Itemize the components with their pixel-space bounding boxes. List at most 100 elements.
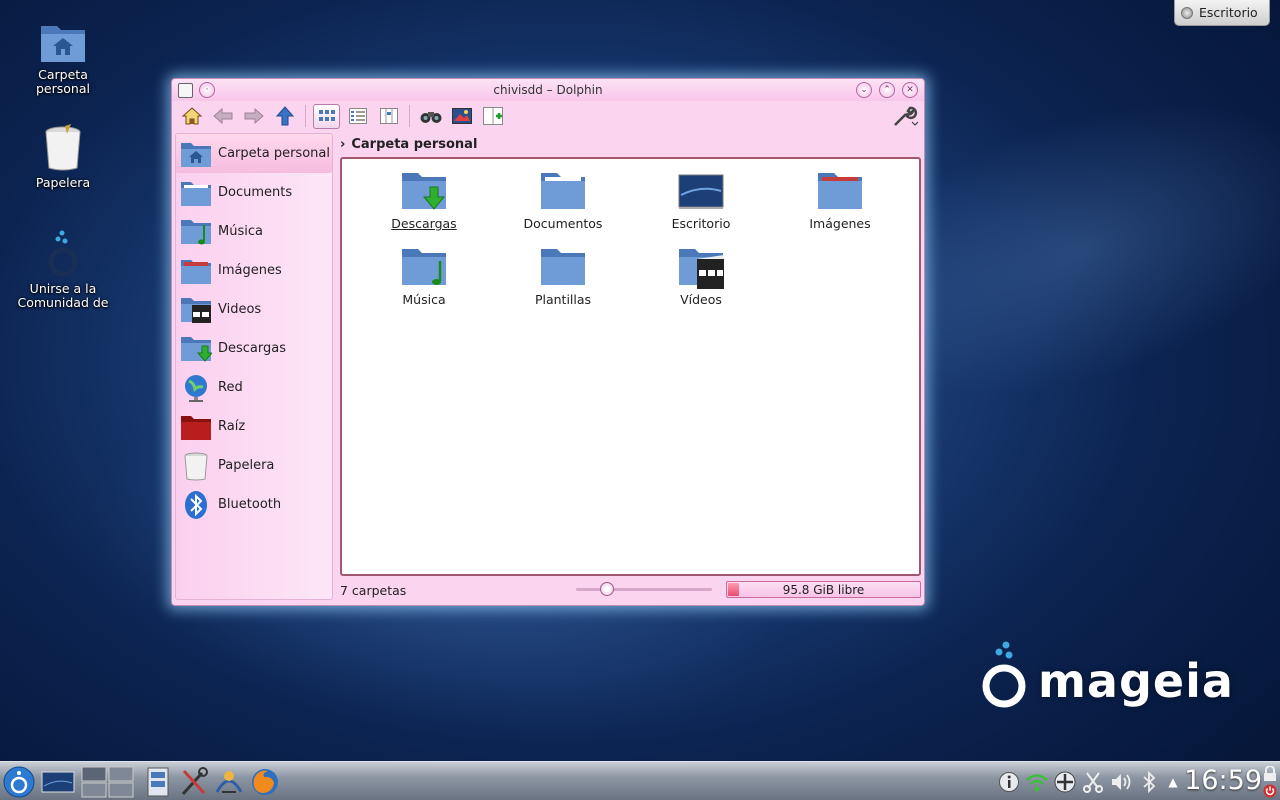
- file-item-label: Vídeos: [680, 292, 722, 307]
- arrow-up-icon: [275, 106, 294, 126]
- minimize-button[interactable]: ⌄: [856, 82, 872, 98]
- places-item-label: Papelera: [218, 458, 275, 473]
- lock-logout-widget[interactable]: [1262, 764, 1278, 799]
- places-item-downloads[interactable]: Descargas: [176, 329, 332, 368]
- places-item-network[interactable]: Red: [176, 368, 332, 407]
- mageia-logo-text: mageia: [1038, 654, 1234, 708]
- file-item-documentos[interactable]: Documentos: [503, 169, 623, 231]
- maximize-button[interactable]: ⌃: [879, 82, 895, 98]
- templates-folder-icon: [541, 249, 585, 285]
- home-button[interactable]: [178, 104, 205, 129]
- split-view-icon: [482, 107, 503, 125]
- file-item-videos[interactable]: Vídeos: [641, 245, 761, 307]
- places-item-videos[interactable]: Videos: [176, 290, 332, 329]
- tools-icon: [181, 766, 208, 795]
- desktop-icon-trash[interactable]: Papelera: [13, 124, 113, 190]
- folder-icon: [181, 181, 211, 206]
- speaker-icon: [1112, 773, 1131, 790]
- details-view-button[interactable]: [344, 104, 371, 129]
- file-item-label: Escritorio: [671, 216, 731, 231]
- network-tray-button[interactable]: [1024, 764, 1050, 799]
- volume-button[interactable]: [1108, 764, 1134, 799]
- home-icon: [181, 107, 202, 125]
- status-text: 7 carpetas: [340, 582, 407, 598]
- icons-view-button[interactable]: [313, 103, 340, 129]
- desktop-toolbox-button[interactable]: Escritorio: [1174, 0, 1270, 26]
- file-view[interactable]: Descargas Documentos Escritorio Imágenes…: [340, 157, 921, 576]
- title-bar[interactable]: · chivisdd – Dolphin ⌄ ⌃ ✕: [172, 79, 924, 101]
- arrow-right-icon: [244, 108, 264, 124]
- places-item-label: Imágenes: [218, 263, 282, 278]
- places-item-root[interactable]: Raíz: [176, 407, 332, 446]
- details-view-icon: [348, 108, 367, 124]
- split-view-button[interactable]: [479, 104, 506, 129]
- free-space-label: 95.8 GiB libre: [782, 582, 865, 597]
- window-menu-icon[interactable]: [178, 82, 193, 98]
- taskbar: ▲ 16:59: [0, 761, 1280, 800]
- desktop-toolbox-label: Escritorio: [1199, 5, 1258, 20]
- file-item-descargas[interactable]: Descargas: [364, 169, 484, 231]
- file-item-label: Descargas: [391, 216, 457, 231]
- scissors-icon: [1083, 771, 1103, 793]
- places-item-music[interactable]: Música: [176, 212, 332, 251]
- trash-icon: [45, 124, 81, 171]
- forward-button[interactable]: [240, 104, 267, 129]
- settings-menu-button[interactable]: [891, 104, 918, 129]
- on-all-desktops-button[interactable]: ·: [199, 82, 215, 98]
- application-launcher-button[interactable]: [2, 764, 36, 799]
- places-item-label: Videos: [218, 302, 262, 317]
- file-item-imagenes[interactable]: Imágenes: [780, 169, 900, 231]
- file-item-label: Imágenes: [809, 216, 871, 231]
- home-folder-icon: [41, 26, 85, 62]
- dolphin-window: · chivisdd – Dolphin ⌄ ⌃ ✕ Carpeta perso…: [171, 78, 925, 606]
- columns-view-button[interactable]: [375, 104, 402, 129]
- taskbar-firefox[interactable]: [248, 764, 282, 799]
- close-button[interactable]: ✕: [902, 82, 918, 98]
- preview-button[interactable]: [448, 104, 475, 129]
- file-item-musica[interactable]: Música: [364, 245, 484, 307]
- bluetooth-tray-button[interactable]: [1138, 764, 1160, 799]
- places-item-pictures[interactable]: Imágenes: [176, 251, 332, 290]
- up-button[interactable]: [271, 104, 298, 129]
- clock[interactable]: 16:59: [1184, 765, 1262, 796]
- zoom-slider[interactable]: [576, 582, 712, 596]
- info-icon: [999, 771, 1019, 792]
- taskbar-file-manager[interactable]: [142, 764, 174, 799]
- firefox-icon: [252, 768, 278, 795]
- klipper-button[interactable]: [1080, 764, 1106, 799]
- desktop-icon-community[interactable]: Unirse a la Comunidad de: [13, 230, 113, 310]
- toolbar-separator: [409, 105, 410, 127]
- mageia-logo: mageia: [980, 640, 1234, 712]
- tools-wrench-icon: [893, 106, 918, 126]
- zoom-slider-handle[interactable]: [600, 582, 614, 596]
- power-icon: [1263, 784, 1277, 797]
- pager[interactable]: [80, 764, 136, 799]
- places-item-trash[interactable]: Papelera: [176, 446, 332, 485]
- device-notifier-button[interactable]: [1052, 764, 1078, 799]
- file-cabinet-icon: [147, 767, 169, 796]
- videos-folder-icon: [679, 249, 724, 289]
- places-item-label: Documents: [218, 185, 293, 200]
- back-button[interactable]: [209, 104, 236, 129]
- taskbar-control-center[interactable]: [212, 764, 246, 799]
- places-item-documents[interactable]: Documents: [176, 173, 332, 212]
- file-item-label: Documentos: [523, 216, 603, 231]
- desktop-icon-home[interactable]: Carpeta personal: [13, 20, 113, 96]
- tray-expand-button[interactable]: ▲: [1164, 764, 1182, 799]
- cashew-icon: [1181, 6, 1193, 19]
- places-item-label: Descargas: [218, 341, 287, 356]
- file-item-plantillas[interactable]: Plantillas: [503, 245, 623, 307]
- show-desktop-button[interactable]: [40, 764, 76, 799]
- places-item-home[interactable]: Carpeta personal: [176, 134, 332, 173]
- file-item-escritorio[interactable]: Escritorio: [641, 169, 761, 231]
- mageia-community-icon: [48, 230, 78, 277]
- notifications-info-button[interactable]: [996, 764, 1022, 799]
- find-button[interactable]: [417, 104, 444, 129]
- music-folder-icon: [402, 249, 446, 285]
- breadcrumb[interactable]: › Carpeta personal: [340, 133, 477, 155]
- taskbar-system-tools[interactable]: [178, 764, 210, 799]
- device-notifier-icon: [1054, 771, 1076, 792]
- places-item-bluetooth[interactable]: Bluetooth: [176, 485, 332, 524]
- arrow-up-icon: ▲: [1168, 774, 1178, 789]
- pictures-folder-icon: [818, 173, 862, 209]
